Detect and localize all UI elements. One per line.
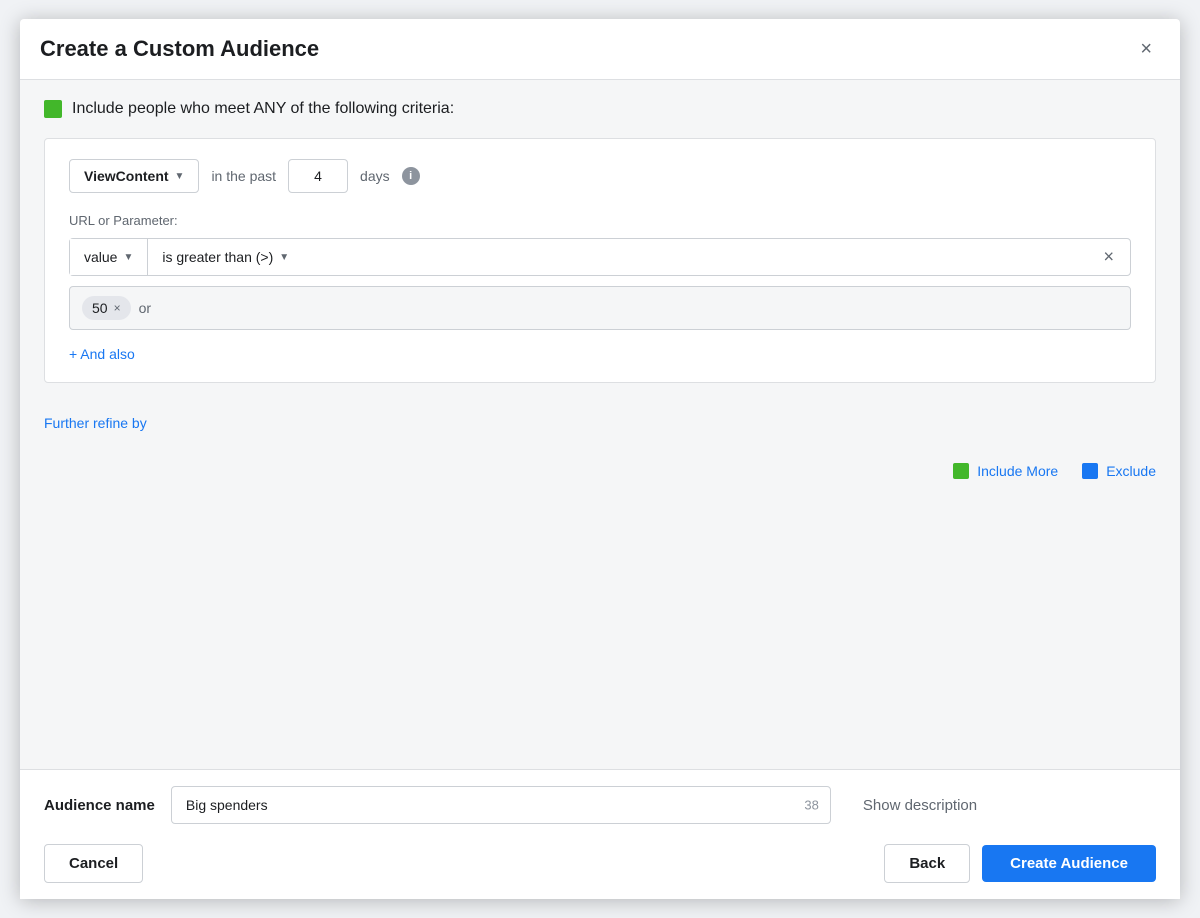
param-condition-container: value ▼ is greater than (>) ▼ × xyxy=(69,238,1131,276)
value-row: 50 × or xyxy=(69,286,1131,330)
and-also-link[interactable]: + And also xyxy=(69,346,135,362)
modal-title: Create a Custom Audience xyxy=(40,36,319,62)
in-the-past-text: in the past xyxy=(211,168,276,184)
include-more-row: Include More Exclude xyxy=(44,447,1156,479)
info-icon[interactable]: i xyxy=(402,167,420,185)
condition-chevron: ▼ xyxy=(279,252,289,263)
remove-condition-button[interactable]: × xyxy=(1095,243,1122,272)
include-criteria-text: Include people who meet ANY of the follo… xyxy=(72,100,454,118)
create-audience-button[interactable]: Create Audience xyxy=(982,845,1156,882)
include-criteria-row: Include people who meet ANY of the follo… xyxy=(44,100,1156,118)
footer-actions: Cancel Back Create Audience xyxy=(44,844,1156,883)
include-more-icon xyxy=(953,463,969,479)
modal-header: Create a Custom Audience × xyxy=(20,19,1180,80)
show-description-button[interactable]: Show description xyxy=(863,797,977,814)
exclude-label: Exclude xyxy=(1106,463,1156,479)
char-count: 38 xyxy=(804,798,818,813)
event-dropdown[interactable]: ViewContent ▼ xyxy=(69,159,199,193)
param-chevron: ▼ xyxy=(123,252,133,263)
tag-remove-button[interactable]: × xyxy=(114,301,121,315)
audience-name-input[interactable] xyxy=(171,786,831,824)
value-tag: 50 × xyxy=(82,296,131,320)
cancel-button[interactable]: Cancel xyxy=(44,844,143,883)
further-refine-link[interactable]: Further refine by xyxy=(44,415,147,431)
days-text: days xyxy=(360,168,390,184)
audience-name-input-wrap: 38 xyxy=(171,786,831,824)
condition-dropdown-label: is greater than (>) xyxy=(162,249,273,265)
days-input[interactable] xyxy=(288,159,348,193)
value-tag-text: 50 xyxy=(92,300,108,316)
or-text: or xyxy=(139,300,151,316)
audience-name-label: Audience name xyxy=(44,797,155,814)
event-dropdown-chevron: ▼ xyxy=(175,171,185,182)
param-row: value ▼ is greater than (>) ▼ × xyxy=(69,238,1131,276)
modal-body: Include people who meet ANY of the follo… xyxy=(20,80,1180,769)
create-custom-audience-modal: Create a Custom Audience × Include peopl… xyxy=(20,19,1180,899)
criteria-card: ViewContent ▼ in the past days i URL or … xyxy=(44,138,1156,383)
exclude-icon xyxy=(1082,463,1098,479)
include-icon xyxy=(44,100,62,118)
url-param-label: URL or Parameter: xyxy=(69,213,1131,228)
param-dropdown-label: value xyxy=(84,249,117,265)
modal-footer: Audience name 38 Show description Cancel… xyxy=(20,769,1180,899)
right-actions: Back Create Audience xyxy=(884,844,1156,883)
condition-dropdown[interactable]: is greater than (>) ▼ xyxy=(148,239,303,275)
back-button[interactable]: Back xyxy=(884,844,970,883)
audience-name-row: Audience name 38 Show description xyxy=(44,786,1156,824)
event-row: ViewContent ▼ in the past days i xyxy=(69,159,1131,193)
exclude-button[interactable]: Exclude xyxy=(1082,463,1156,479)
include-more-label: Include More xyxy=(977,463,1058,479)
close-button[interactable]: × xyxy=(1132,35,1160,63)
event-dropdown-label: ViewContent xyxy=(84,168,169,184)
param-dropdown[interactable]: value ▼ xyxy=(70,239,148,275)
include-more-button[interactable]: Include More xyxy=(953,463,1058,479)
